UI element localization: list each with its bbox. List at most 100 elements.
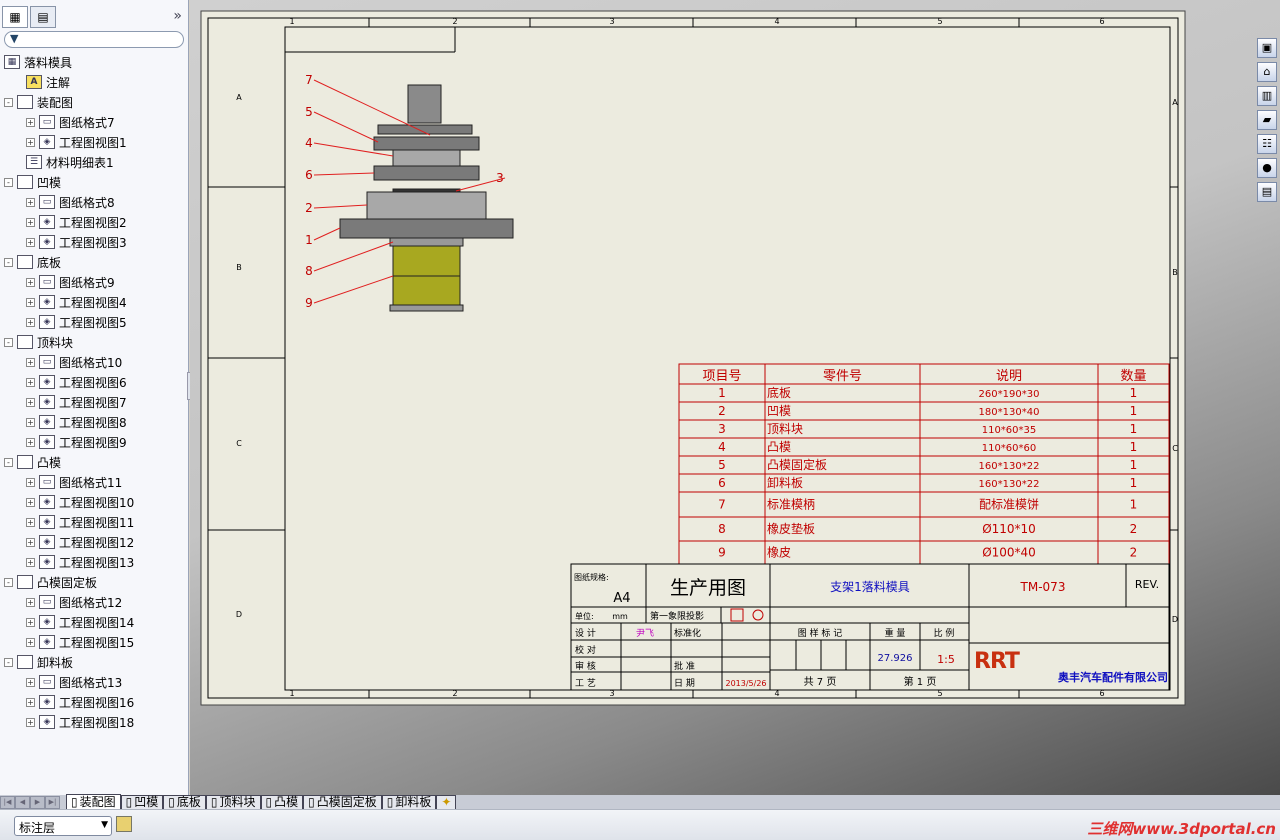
bom-header: 项目号 — [702, 369, 741, 384]
tree-item[interactable]: + ◈ 工程图视图18 — [26, 712, 134, 732]
expand-icon[interactable]: + — [26, 597, 35, 607]
tree-item[interactable]: - 底板 — [4, 252, 61, 272]
first-sheet-button[interactable]: |◀ — [0, 796, 15, 809]
collapse-icon[interactable]: - — [4, 457, 13, 467]
tree-item[interactable]: + ◈ 工程图视图16 — [26, 692, 134, 712]
expand-icon[interactable]: + — [26, 137, 35, 147]
view-icon: ◈ — [39, 415, 55, 429]
appearance-icon[interactable]: ● — [1257, 158, 1277, 178]
property-manager-tab[interactable]: ▤ — [30, 6, 56, 28]
tree-item-label: 图纸格式9 — [59, 275, 115, 290]
collapse-icon[interactable]: - — [4, 577, 13, 587]
expand-icon[interactable]: + — [26, 717, 35, 727]
bom-cell: 2 — [1130, 522, 1138, 536]
feature-manager-tab[interactable]: ▦ — [2, 6, 28, 28]
tree-item[interactable]: + ▭ 图纸格式12 — [26, 592, 122, 612]
layer-properties-icon[interactable] — [116, 816, 132, 832]
sheet-tab[interactable]: ▯ 卸料板 — [381, 795, 437, 809]
custom-props-icon[interactable]: ▤ — [1257, 182, 1277, 202]
expand-icon[interactable]: + — [26, 497, 35, 507]
bom-cell: 1 — [1130, 422, 1138, 436]
view-palette-icon[interactable]: ▣ — [1257, 38, 1277, 58]
expand-icon[interactable]: + — [26, 697, 35, 707]
folder-icon[interactable]: ▰ — [1257, 110, 1277, 130]
tree-item[interactable]: - 凹模 — [4, 172, 61, 192]
tree-item[interactable]: + ◈ 工程图视图7 — [26, 392, 127, 412]
tree-item[interactable]: ☰ 材料明细表1 — [26, 152, 114, 172]
collapse-icon[interactable]: - — [4, 177, 13, 187]
tree-item[interactable]: + ◈ 工程图视图2 — [26, 212, 127, 232]
expand-icon[interactable]: + — [26, 617, 35, 627]
tree-filter-input[interactable]: ▼ — [4, 31, 184, 48]
collapse-icon[interactable]: - — [4, 337, 13, 347]
expand-icon[interactable]: + — [26, 117, 35, 127]
expand-icon[interactable]: + — [26, 397, 35, 407]
sheet-tab[interactable]: ▯ 凸模固定板 — [303, 795, 382, 809]
sheet-tab[interactable]: ▯ 顶料块 — [205, 795, 261, 809]
add-sheet-button[interactable]: ✦ — [436, 795, 457, 809]
expand-icon[interactable]: + — [26, 357, 35, 367]
tree-item[interactable]: + ◈ 工程图视图4 — [26, 292, 127, 312]
last-sheet-button[interactable]: ▶| — [45, 796, 60, 809]
tree-item[interactable]: + ◈ 工程图视图11 — [26, 512, 134, 532]
expand-icon[interactable]: + — [26, 237, 35, 247]
expand-icon[interactable]: + — [26, 537, 35, 547]
tree-item[interactable]: + ◈ 工程图视图3 — [26, 232, 127, 252]
tree-item[interactable]: + ◈ 工程图视图6 — [26, 372, 127, 392]
tree-item[interactable]: - 卸料板 — [4, 652, 73, 672]
tree-item[interactable]: + ◈ 工程图视图12 — [26, 532, 134, 552]
expand-icon[interactable]: + — [26, 277, 35, 287]
expand-icon[interactable]: + — [26, 637, 35, 647]
tree-item[interactable]: - 装配图 — [4, 92, 73, 112]
tree-item[interactable]: + ◈ 工程图视图10 — [26, 492, 134, 512]
tree-item-label: 图纸格式12 — [59, 595, 123, 610]
library-icon[interactable]: ▥ — [1257, 86, 1277, 106]
expand-icon[interactable]: + — [26, 437, 35, 447]
collapse-icon[interactable]: - — [4, 657, 13, 667]
collapse-icon[interactable]: - — [4, 97, 13, 107]
tree-item[interactable]: + ◈ 工程图视图8 — [26, 412, 127, 432]
expand-icon[interactable]: + — [26, 297, 35, 307]
sheet-tab[interactable]: ▯ 底板 — [163, 795, 206, 809]
tree-item[interactable]: - 凸模固定板 — [4, 572, 97, 592]
sheet-tab-bar: |◀ ◀ ▶ ▶| ▯ 装配图 ▯ 凹模 ▯ 底板 ▯ 顶料块 ▯ 凸模 ▯ 凸模固定板 ▯ 卸料板 ✦ — [0, 794, 1280, 809]
properties-icon[interactable]: ☷ — [1257, 134, 1277, 154]
expand-icon[interactable]: + — [26, 217, 35, 227]
tree-item[interactable]: + ◈ 工程图视图9 — [26, 432, 127, 452]
layer-dropdown[interactable]: 标注层 ▼ — [14, 816, 112, 836]
tree-item[interactable]: + ◈ 工程图视图14 — [26, 612, 134, 632]
expand-panel-button[interactable]: » — [173, 8, 182, 24]
sheet-tab[interactable]: ▯ 装配图 — [66, 794, 121, 809]
expand-icon[interactable]: + — [26, 317, 35, 327]
expand-icon[interactable]: + — [26, 377, 35, 387]
drawing-sheet[interactable]: 1 1 2 2 3 3 4 4 5 5 6 6 A A B B C C D D 7 5 4 6 3 2 1 8 9 项目号 零件号 说明 数量 1… — [190, 0, 1280, 795]
collapse-icon[interactable]: - — [4, 257, 13, 267]
tree-item[interactable]: + ▭ 图纸格式8 — [26, 192, 115, 212]
expand-icon[interactable]: + — [26, 197, 35, 207]
tree-item[interactable]: + ▭ 图纸格式10 — [26, 352, 122, 372]
tree-item[interactable]: - 凸模 — [4, 452, 61, 472]
expand-icon[interactable]: + — [26, 517, 35, 527]
sheet-tab[interactable]: ▯ 凸模 — [260, 795, 304, 809]
tree-item[interactable]: + ▭ 图纸格式7 — [26, 112, 115, 132]
tree-item[interactable]: A 注解 — [26, 72, 70, 92]
tree-item[interactable]: ▦ 落料模具 — [4, 52, 72, 72]
tree-item[interactable]: + ◈ 工程图视图13 — [26, 552, 134, 572]
expand-icon[interactable]: + — [26, 557, 35, 567]
tree-item[interactable]: + ▭ 图纸格式13 — [26, 672, 122, 692]
tree-item[interactable]: + ◈ 工程图视图5 — [26, 312, 127, 332]
tree-item[interactable]: + ▭ 图纸格式11 — [26, 472, 122, 492]
tree-item[interactable]: + ▭ 图纸格式9 — [26, 272, 115, 292]
prev-sheet-button[interactable]: ◀ — [15, 796, 30, 809]
expand-icon[interactable]: + — [26, 677, 35, 687]
sheet-tab[interactable]: ▯ 凹模 — [120, 795, 164, 809]
expand-icon[interactable]: + — [26, 477, 35, 487]
expand-icon[interactable]: + — [26, 417, 35, 427]
rubber-pad — [389, 237, 464, 247]
tree-item[interactable]: + ◈ 工程图视图1 — [26, 132, 127, 152]
home-icon[interactable]: ⌂ — [1257, 62, 1277, 82]
view-icon: ◈ — [39, 315, 55, 329]
tree-item[interactable]: - 顶料块 — [4, 332, 73, 352]
next-sheet-button[interactable]: ▶ — [30, 796, 45, 809]
tree-item[interactable]: + ◈ 工程图视图15 — [26, 632, 134, 652]
